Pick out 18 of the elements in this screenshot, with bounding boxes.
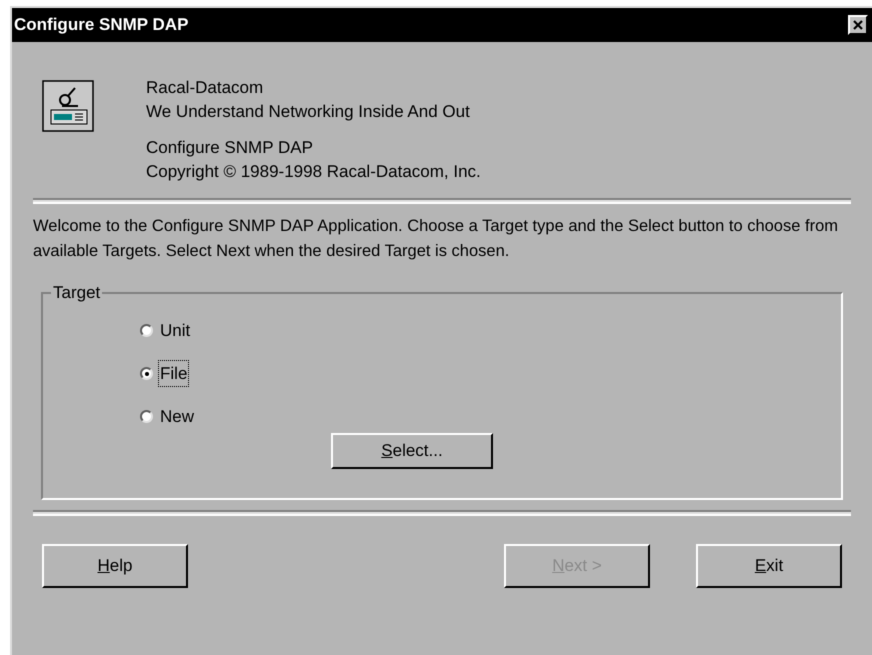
intro-text: Welcome to the Configure SNMP DAP Application. Choose a Target type and the Select button to choose from available Targets. Select Next when the desired Target is chosen. bbox=[32, 216, 839, 262]
window-title: Configure SNMP DAP bbox=[14, 14, 188, 36]
select-button[interactable]: Select... bbox=[331, 433, 493, 469]
header-text: Copyright © 1989-1998 Racal-Datacom, Inc. bbox=[146, 161, 481, 183]
dialog-button[interactable]: Help bbox=[42, 544, 188, 588]
radio-option[interactable]: New bbox=[140, 404, 841, 429]
header-text: We Understand Networking Inside And Out bbox=[146, 101, 471, 123]
close-icon bbox=[853, 20, 863, 30]
header-text: Configure SNMP DAP bbox=[146, 137, 314, 159]
radio-button[interactable] bbox=[140, 410, 153, 423]
dialog-button[interactable]: Exit bbox=[696, 544, 842, 588]
header-text: Racal-Datacom bbox=[146, 77, 264, 99]
close-button[interactable] bbox=[848, 15, 868, 35]
radio-button[interactable] bbox=[140, 367, 153, 380]
radio-option[interactable]: Unit bbox=[140, 318, 841, 343]
radio-option[interactable]: File bbox=[140, 361, 841, 386]
radio-button[interactable] bbox=[140, 324, 153, 337]
device-icon bbox=[42, 80, 94, 132]
